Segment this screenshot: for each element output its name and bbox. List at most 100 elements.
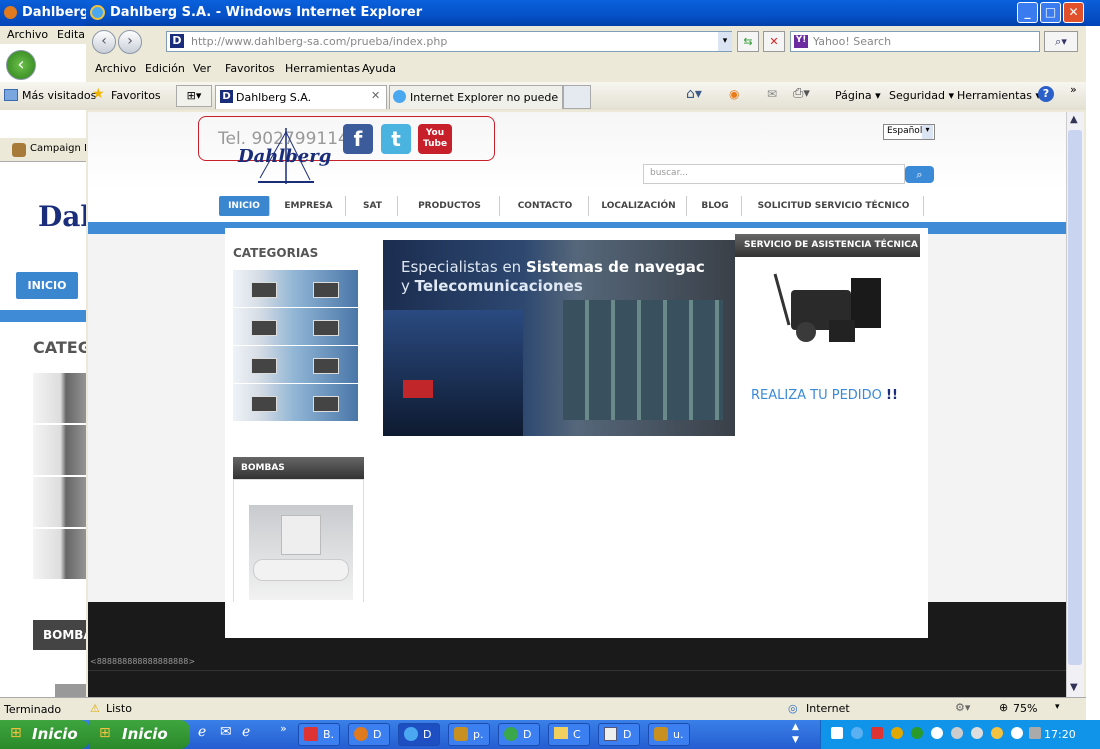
tab-dahlberg[interactable]: Dahlberg S.A. <box>215 85 387 109</box>
app-icon <box>654 727 668 741</box>
category-thumb[interactable] <box>233 384 358 421</box>
menu-ver[interactable]: Ver <box>193 62 211 75</box>
site-search-input[interactable]: buscar... <box>643 164 905 184</box>
banner-bold-text: Telecomunicaciones <box>414 277 583 295</box>
scroll-down-icon[interactable]: ▼ <box>1070 682 1078 693</box>
nav-localizacion[interactable]: LOCALIZACIÓN <box>591 196 687 216</box>
quicklaunch-chevron-icon[interactable]: » <box>280 722 287 735</box>
menu-archivo[interactable]: Archivo <box>95 62 136 75</box>
search-icon: ⌕ <box>916 168 923 181</box>
menu-herramientas[interactable]: Herramientas <box>285 62 360 75</box>
tab-ie-error[interactable]: Internet Explorer no puede ... <box>389 85 563 109</box>
category-thumb[interactable] <box>233 346 358 383</box>
stop-icon[interactable]: ✕ <box>763 31 785 52</box>
search-button-icon[interactable]: ⌕▾ <box>1044 31 1078 52</box>
nav-empresa[interactable]: EMPRESA <box>272 196 346 216</box>
tab-close-icon[interactable]: ✕ <box>371 89 380 102</box>
help-icon[interactable]: ? <box>1038 86 1054 102</box>
hero-banner[interactable]: Especialistas en Sistemas de navegac y T… <box>383 240 735 436</box>
youtube-icon[interactable]: You Tube <box>418 124 452 154</box>
tray-icon[interactable] <box>871 727 883 739</box>
bg-back-icon[interactable]: ‹ <box>6 50 36 80</box>
tray-icon[interactable] <box>851 727 863 739</box>
address-dropdown-icon[interactable]: ▾ <box>718 32 732 51</box>
footer-code: <888888888888888888> <box>90 657 196 666</box>
bg-category-thumb[interactable] <box>33 425 88 475</box>
home-icon[interactable]: ⌂▾ <box>686 86 702 102</box>
categorias-title: CATEGORIAS <box>233 246 319 260</box>
bg-category-thumb[interactable] <box>33 373 88 423</box>
scrollbar-thumb[interactable] <box>1068 130 1082 665</box>
mail-icon[interactable]: ✉ <box>767 87 777 101</box>
mas-visitados-link[interactable]: Más visitados <box>22 89 96 102</box>
menu-favoritos[interactable]: Favoritos <box>225 62 275 75</box>
bg-menu-editar[interactable]: Editar <box>57 28 90 41</box>
bg-campaign-label: Campaign B <box>30 143 91 154</box>
windows-logo-icon: ⊞ <box>10 725 22 741</box>
overflow-chevron-icon[interactable]: » <box>1070 83 1077 96</box>
ie2-quicklaunch-icon[interactable]: ℯ <box>242 724 250 740</box>
zoom-chevron-down-icon[interactable]: ▾ <box>1055 702 1060 712</box>
nav-sat[interactable]: SAT <box>348 196 398 216</box>
facebook-icon[interactable]: f <box>343 124 373 154</box>
refresh-icon[interactable]: ⇆ <box>737 31 759 52</box>
new-tab-button[interactable] <box>563 85 591 109</box>
mail-quicklaunch-icon[interactable]: ✉ <box>220 724 232 740</box>
tray-icon[interactable] <box>891 727 903 739</box>
tray-icon[interactable] <box>1011 727 1023 739</box>
category-thumb[interactable] <box>233 308 358 345</box>
bg-nav-inicio[interactable]: INICIO <box>16 272 78 299</box>
sat-equipment-image[interactable] <box>761 270 891 350</box>
scroll-up-icon[interactable]: ▲ <box>1070 114 1078 125</box>
pump-image[interactable] <box>249 505 353 600</box>
search-input[interactable]: Yahoo! Search <box>790 31 1040 52</box>
language-select[interactable]: Español ▾ <box>883 124 935 140</box>
quick-tabs-icon[interactable]: ⊞▾ <box>176 85 212 107</box>
bg-campaign-tab[interactable]: Campaign B <box>0 138 91 162</box>
ie-quicklaunch-icon[interactable]: ℯ <box>198 724 206 740</box>
back-icon[interactable]: ‹ <box>92 30 116 54</box>
twitter-icon[interactable]: t <box>381 124 411 154</box>
protected-mode-icon[interactable]: ⚙▾ <box>955 701 970 714</box>
tray-icon[interactable] <box>951 727 963 739</box>
globe-icon: ◎ <box>788 702 798 715</box>
close-button[interactable]: ✕ <box>1063 2 1084 23</box>
bg-category-thumb[interactable] <box>33 477 88 527</box>
minimize-button[interactable]: _ <box>1017 2 1038 23</box>
herramientas-cmd-menu[interactable]: Herramientas ▾ <box>957 89 1041 102</box>
nav-inicio[interactable]: INICIO <box>219 196 270 216</box>
bg-categorias-title: CATEG <box>33 338 91 357</box>
tray-icon[interactable] <box>971 727 983 739</box>
print-icon[interactable]: ⎙▾ <box>793 86 810 101</box>
bg-category-thumb[interactable] <box>33 529 88 579</box>
pagina-menu[interactable]: Página ▾ <box>835 89 881 102</box>
sailboat-logo-icon <box>258 128 314 184</box>
maximize-button[interactable]: □ <box>1040 2 1061 23</box>
tray-icon[interactable] <box>831 727 843 739</box>
forward-icon[interactable]: › <box>118 30 142 54</box>
nav-blog[interactable]: BLOG <box>689 196 742 216</box>
category-thumb[interactable] <box>233 270 358 307</box>
favoritos-button[interactable]: Favoritos <box>111 89 161 102</box>
menu-edicion[interactable]: Edición <box>145 62 185 75</box>
zoom-icon[interactable]: ⊕ <box>999 701 1008 714</box>
address-input[interactable]: http://www.dahlberg-sa.com/prueba/index.… <box>166 31 732 52</box>
realiza-pedido-link[interactable]: REALIZA TU PEDIDO !! <box>751 388 898 403</box>
tray-icon[interactable] <box>911 727 923 739</box>
menu-ayuda[interactable]: Ayuda <box>362 62 396 75</box>
volume-icon[interactable] <box>1029 727 1041 739</box>
nav-solicitud[interactable]: SOLICITUD SERVICIO TÉCNICO <box>744 196 924 216</box>
bg-menu-archivo[interactable]: Archivo <box>7 28 48 41</box>
nav-productos[interactable]: PRODUCTOS <box>400 196 500 216</box>
tray-icon[interactable] <box>931 727 943 739</box>
site-search-button[interactable]: ⌕ <box>905 166 934 183</box>
banner-line-1: Especialistas en Sistemas de navegac <box>401 258 705 276</box>
nav-contacto[interactable]: CONTACTO <box>502 196 589 216</box>
seguridad-menu[interactable]: Seguridad ▾ <box>889 89 954 102</box>
zoom-level[interactable]: 75% <box>1013 702 1037 715</box>
rss-icon[interactable]: ◉ <box>729 87 739 101</box>
tray-icon[interactable] <box>991 727 1003 739</box>
taskbar-scroll-icon[interactable]: ▲ ▼ <box>792 721 799 747</box>
zone-text: Internet <box>806 702 850 715</box>
start-label: Inicio <box>122 725 168 743</box>
